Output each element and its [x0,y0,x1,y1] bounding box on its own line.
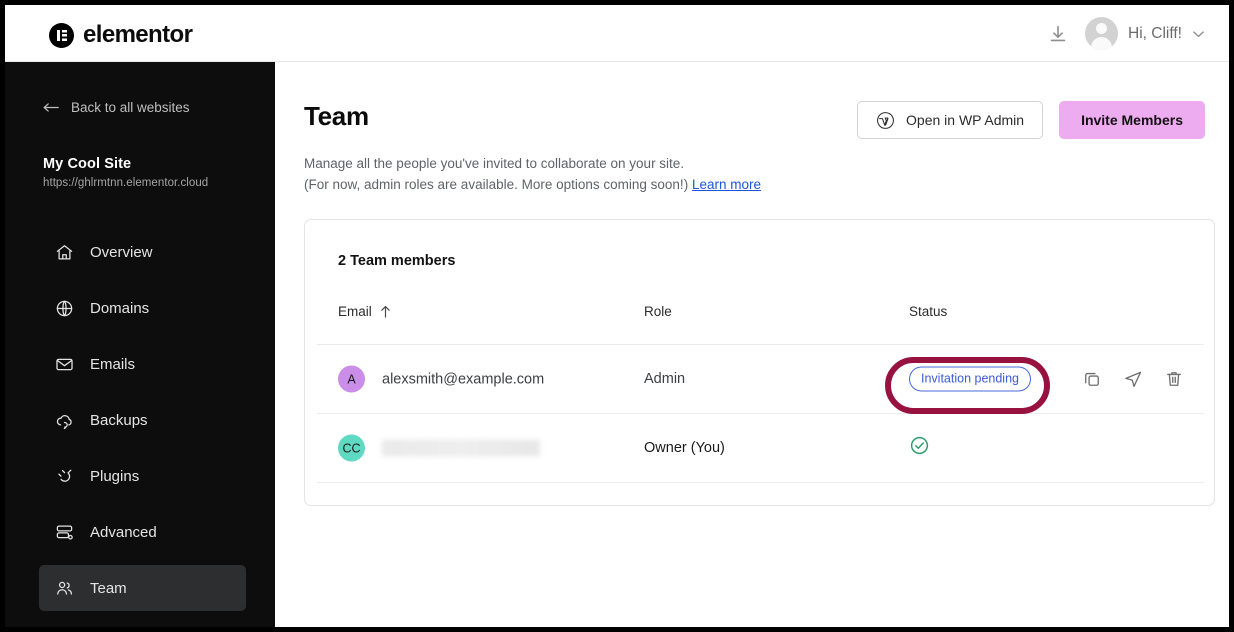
status-badge[interactable]: Invitation pending [909,366,1031,392]
invite-members-button[interactable]: Invite Members [1059,101,1205,139]
table-bottom-divider [317,482,1204,483]
top-header-bar: elementor Hi, Cliff! [5,5,1229,62]
member-email-cell: A alexsmith@example.com [338,365,545,393]
sidebar-item-label: Domains [90,299,150,317]
site-name: My Cool Site [43,156,132,172]
download-icon[interactable] [1047,23,1069,45]
member-email-redacted [382,439,540,457]
check-circle-icon [910,436,929,455]
member-status: Invitation pending [909,366,1031,392]
brand-name: elementor [83,21,193,48]
trash-icon[interactable] [1164,369,1184,389]
table-row: CC Owner (You) [317,413,1204,482]
user-menu[interactable]: Hi, Cliff! [1085,17,1205,50]
member-avatar: CC [338,434,365,462]
sidebar-item-emails[interactable]: Emails [39,341,246,387]
page-description: Manage all the people you've invited to … [304,153,761,195]
sidebar-item-overview[interactable]: Overview [39,229,246,275]
learn-more-link[interactable]: Learn more [692,177,761,192]
header-right-controls: Hi, Cliff! [1047,17,1205,50]
plug-icon [58,469,72,482]
sidebar-item-advanced[interactable]: Advanced [39,509,246,555]
app-window: elementor Hi, Cliff! Back to all website… [5,5,1229,627]
elementor-logo-icon [49,22,74,48]
server-settings-icon [56,525,73,540]
open-in-wp-admin-button[interactable]: Open in WP Admin [857,101,1044,139]
sidebar-item-label: Overview [90,243,153,261]
arrow-up-icon[interactable] [380,305,391,318]
description-line-2: (For now, admin roles are available. Mor… [304,177,689,192]
sidebar-item-backups[interactable]: Backups [39,397,246,443]
column-header-status: Status [909,304,948,319]
member-status [909,435,930,461]
sidebar-item-label: Emails [90,355,136,373]
back-to-all-websites-link[interactable]: Back to all websites [43,100,190,115]
send-icon[interactable] [1123,369,1143,389]
cloud-restore-icon [56,414,72,429]
description-line-2-wrap: (For now, admin roles are available. Mor… [304,174,761,195]
team-members-card: 2 Team members Email Role Status A alexs… [304,219,1215,506]
header-action-buttons: Open in WP Admin Invite Members [857,101,1205,139]
greeting-label: Hi, Cliff! [1128,24,1182,42]
sidebar-item-label: Backups [90,411,148,429]
sidebar-item-domains[interactable]: Domains [39,285,246,331]
team-members-count: 2 Team members [338,253,456,269]
elementor-logo[interactable]: elementor [49,21,193,49]
table-header-row: Email Role Status [305,304,1214,334]
column-header-email[interactable]: Email [338,304,391,319]
page-title: Team [304,101,369,131]
member-role: Owner (You) [644,440,725,456]
table-row: A alexsmith@example.com Admin Invitation… [317,344,1204,413]
wordpress-icon [877,111,894,129]
member-role: Admin [644,371,686,387]
main-content: Team Manage all the people you've invite… [275,62,1229,627]
home-icon [56,244,73,259]
member-email: alexsmith@example.com [382,371,545,387]
sidebar-item-label: Team [90,579,127,597]
member-avatar: A [338,365,365,393]
users-icon [57,581,73,595]
envelope-icon [56,358,73,370]
description-line-1: Manage all the people you've invited to … [304,156,685,171]
wp-admin-label: Open in WP Admin [906,112,1025,128]
sidebar-item-label: Plugins [90,467,140,485]
sidebar-item-team[interactable]: Team [39,565,246,611]
chevron-down-icon[interactable] [1192,30,1205,38]
avatar [1085,17,1119,50]
sidebar-item-label: Advanced [90,523,157,541]
site-info: My Cool Site https://ghlrmtnn.elementor.… [43,156,208,189]
arrow-left-icon [43,103,59,112]
column-header-email-label: Email [338,304,372,319]
column-header-role: Role [644,304,672,319]
globe-icon [56,300,73,316]
row-actions [1082,369,1184,389]
sidebar-item-plugins[interactable]: Plugins [39,453,246,499]
back-link-label: Back to all websites [71,100,190,115]
copy-icon[interactable] [1082,369,1102,389]
sidebar-nav: Overview Domains Emails Backups Plugins … [5,229,275,611]
member-email-cell: CC [338,434,540,462]
sidebar: Back to all websites My Cool Site https:… [5,62,275,627]
site-url: https://ghlrmtnn.elementor.cloud [43,177,209,189]
